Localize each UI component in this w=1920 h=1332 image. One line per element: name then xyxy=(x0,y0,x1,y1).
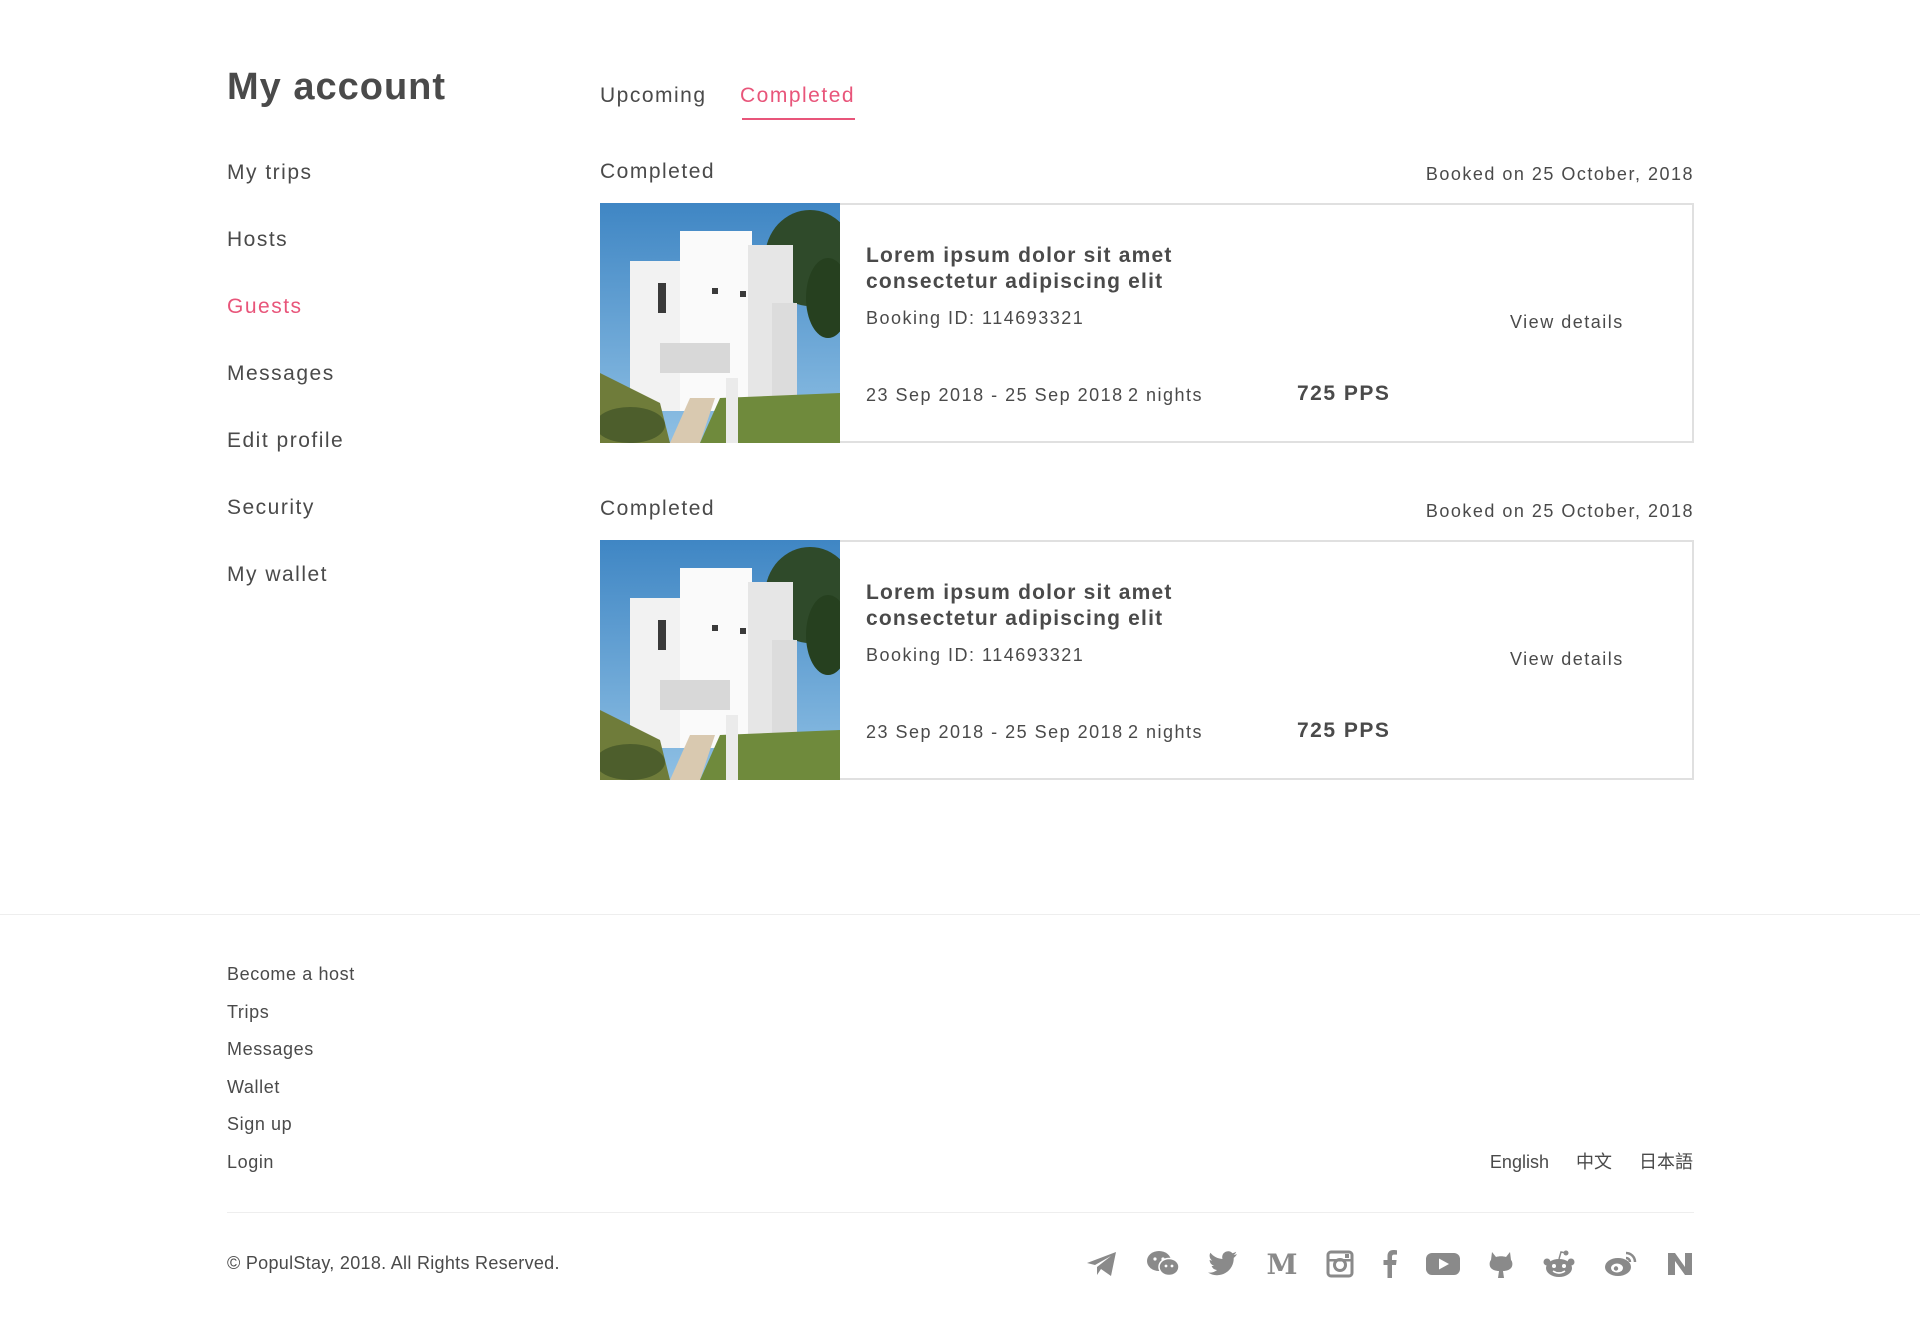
language-japanese[interactable]: 日本語 xyxy=(1639,1152,1693,1172)
sidebar-item-guests[interactable]: Guests xyxy=(227,289,344,356)
svg-text:M: M xyxy=(1267,1251,1298,1277)
booking-id: Booking ID: 114693321 xyxy=(866,645,1085,665)
wechat-icon[interactable] xyxy=(1146,1250,1180,1278)
footer-link-wallet[interactable]: Wallet xyxy=(227,1073,355,1111)
footer-rule xyxy=(227,1212,1694,1213)
booking-id: Booking ID: 114693321 xyxy=(866,308,1085,328)
instagram-icon[interactable] xyxy=(1326,1250,1354,1278)
property-photo xyxy=(600,540,840,780)
tab-completed[interactable]: Completed xyxy=(740,84,856,120)
sidebar-item-edit-profile[interactable]: Edit profile xyxy=(227,423,344,490)
footer-link-trips[interactable]: Trips xyxy=(227,998,355,1036)
page-title: My account xyxy=(227,66,447,108)
sidebar-item-hosts[interactable]: Hosts xyxy=(227,222,344,289)
footer-links: Become a host Trips Messages Wallet Sign… xyxy=(227,960,355,1185)
account-sidebar: My trips Hosts Guests Messages Edit prof… xyxy=(227,155,344,624)
sidebar-item-my-trips[interactable]: My trips xyxy=(227,155,344,222)
footer-link-sign-up[interactable]: Sign up xyxy=(227,1110,355,1148)
view-details-link[interactable]: View details xyxy=(1510,649,1624,670)
sidebar-item-messages[interactable]: Messages xyxy=(227,356,344,423)
footer-divider xyxy=(0,914,1920,915)
stay-dates: 23 Sep 2018 - 25 Sep 2018 xyxy=(866,385,1124,405)
booking-status: Completed xyxy=(600,497,716,520)
language-english[interactable]: English xyxy=(1490,1152,1549,1172)
language-chinese[interactable]: 中文 xyxy=(1576,1152,1612,1172)
listing-title[interactable]: Lorem ipsum dolor sit amet consectetur a… xyxy=(866,243,1226,295)
booked-on-date: Booked on 25 October, 2018 xyxy=(1425,164,1694,184)
footer-link-become-host[interactable]: Become a host xyxy=(227,960,355,998)
tab-upcoming[interactable]: Upcoming xyxy=(600,84,707,108)
booking-card[interactable]: Lorem ipsum dolor sit amet consectetur a… xyxy=(600,540,1694,780)
listing-title[interactable]: Lorem ipsum dolor sit amet consectetur a… xyxy=(866,580,1226,632)
property-photo xyxy=(600,203,840,443)
nights-count: 2 nights xyxy=(1128,385,1204,405)
social-links: M xyxy=(1058,1248,1694,1280)
naver-icon[interactable] xyxy=(1666,1251,1694,1277)
copyright-text: © PopulStay, 2018. All Rights Reserved. xyxy=(227,1253,560,1273)
booking-entry: Completed Booked on 25 October, 2018 Lor… xyxy=(600,497,1694,780)
booked-on-date: Booked on 25 October, 2018 xyxy=(1425,501,1694,521)
reddit-icon[interactable] xyxy=(1542,1250,1576,1278)
github-icon[interactable] xyxy=(1488,1250,1514,1278)
medium-icon[interactable]: M xyxy=(1266,1251,1298,1277)
booking-header: Completed Booked on 25 October, 2018 xyxy=(600,160,1694,200)
weibo-icon[interactable] xyxy=(1604,1250,1638,1278)
booking-status: Completed xyxy=(600,160,716,183)
price: 725 PPS xyxy=(1297,382,1391,405)
footer-link-login[interactable]: Login xyxy=(227,1148,355,1186)
price: 725 PPS xyxy=(1297,719,1391,742)
twitter-icon[interactable] xyxy=(1208,1251,1238,1277)
nights-count: 2 nights xyxy=(1128,722,1204,742)
telegram-icon[interactable] xyxy=(1086,1250,1118,1278)
sidebar-item-my-wallet[interactable]: My wallet xyxy=(227,557,344,624)
view-details-link[interactable]: View details xyxy=(1510,312,1624,333)
booking-header: Completed Booked on 25 October, 2018 xyxy=(600,497,1694,537)
sidebar-item-security[interactable]: Security xyxy=(227,490,344,557)
facebook-icon[interactable] xyxy=(1382,1250,1398,1278)
language-switcher: English 中文 日本語 xyxy=(1468,1148,1693,1174)
footer-link-messages[interactable]: Messages xyxy=(227,1035,355,1073)
youtube-icon[interactable] xyxy=(1426,1251,1460,1277)
booking-entry: Completed Booked on 25 October, 2018 Lor… xyxy=(600,160,1694,443)
booking-card[interactable]: Lorem ipsum dolor sit amet consectetur a… xyxy=(600,203,1694,443)
stay-dates: 23 Sep 2018 - 25 Sep 2018 xyxy=(866,722,1124,742)
